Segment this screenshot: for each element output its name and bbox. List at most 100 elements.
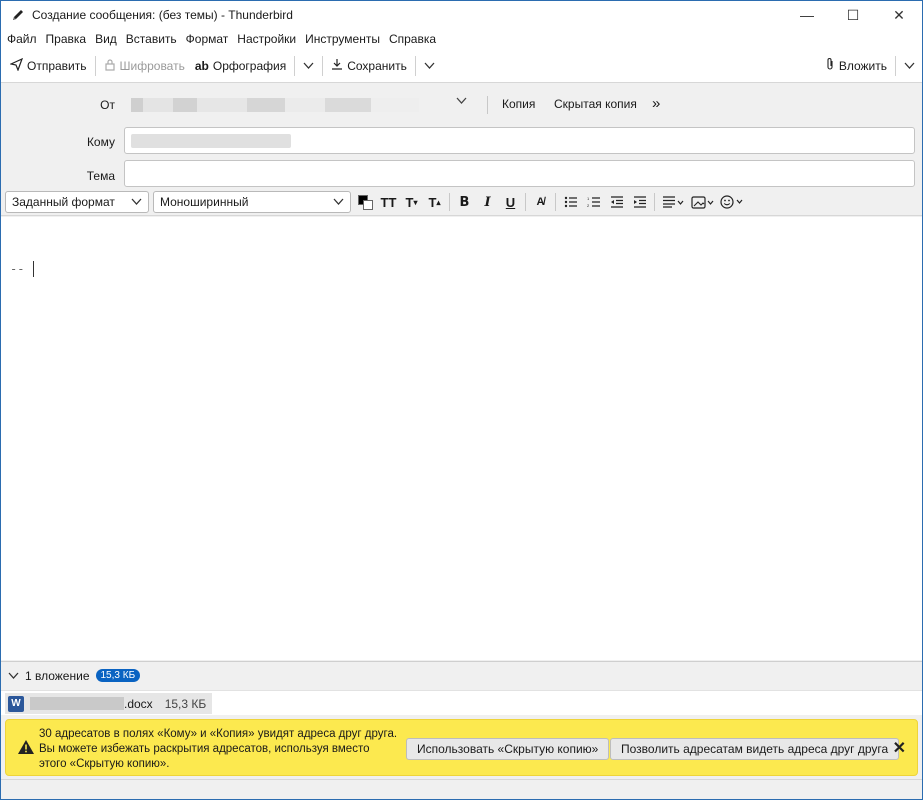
text-color-button[interactable]	[355, 191, 377, 213]
attachment-item[interactable]: W .docx 15,3 КБ	[5, 693, 213, 714]
font-smaller-icon[interactable]: T ▾	[400, 191, 423, 213]
toolbar-separator	[322, 55, 324, 76]
background-color-swatch	[363, 200, 373, 210]
close-icon[interactable]: ✕	[893, 738, 906, 758]
svg-text:1: 1	[587, 196, 590, 201]
lock-icon	[104, 58, 116, 74]
attach-dropdown[interactable]	[899, 53, 920, 79]
spelling-dropdown[interactable]	[298, 53, 319, 79]
more-fields-icon[interactable]: »	[652, 95, 660, 112]
outdent-icon[interactable]	[605, 191, 628, 213]
allow-visible-recipients-button[interactable]: Позволить адресатам видеть адреса друг д…	[610, 738, 900, 760]
svg-text:2: 2	[587, 203, 590, 208]
redacted-text	[285, 98, 325, 112]
chevron-down-icon	[333, 195, 344, 209]
chevron-down-icon	[131, 195, 142, 209]
use-bcc-button[interactable]: Использовать «Скрытую копию»	[406, 738, 610, 760]
compose-window: Создание сообщения: (без темы) - Thunder…	[0, 0, 923, 800]
menu-file[interactable]: Файл	[7, 32, 37, 46]
message-headers: От Копия Скрытая копия » Кому Тема	[1, 84, 922, 189]
bold-button[interactable]: B	[453, 191, 476, 213]
pencil-icon	[10, 7, 26, 23]
remove-formatting-icon[interactable]: A̸	[529, 191, 552, 213]
attach-button[interactable]: Вложить	[820, 53, 892, 79]
separator	[487, 96, 488, 114]
word-document-icon: W	[8, 695, 24, 712]
redacted-filename	[30, 697, 124, 710]
align-icon[interactable]	[658, 191, 688, 213]
warning-icon	[17, 739, 35, 755]
separator	[449, 193, 450, 211]
menu-view[interactable]: Вид	[95, 32, 117, 46]
separator	[525, 193, 526, 211]
cc-link[interactable]: Копия	[502, 97, 535, 111]
save-button[interactable]: Сохранить	[326, 53, 412, 79]
title-bar: Создание сообщения: (без темы) - Thunder…	[1, 1, 922, 29]
indent-icon[interactable]	[628, 191, 651, 213]
warning-message: 30 адресатов в полях «Кому» и «Копия» ув…	[39, 728, 398, 770]
underline-button[interactable]: U	[499, 191, 522, 213]
chevron-down-icon	[424, 59, 435, 73]
separator	[555, 193, 556, 211]
redacted-text	[371, 98, 419, 112]
redacted-text	[131, 98, 143, 112]
send-button[interactable]: Отправить	[5, 53, 92, 79]
numbered-list-icon[interactable]: 12	[582, 191, 605, 213]
paragraph-format-select[interactable]: Заданный формат	[5, 191, 149, 213]
spelling-button[interactable]: ab Орфография	[190, 53, 291, 79]
attachment-bucket-header[interactable]: 1 вложение 15,3 КБ	[1, 661, 922, 689]
from-identity[interactable]	[131, 98, 421, 112]
menu-edit[interactable]: Правка	[46, 32, 87, 46]
bullet-list-icon[interactable]	[559, 191, 582, 213]
status-bar	[1, 779, 922, 799]
encrypt-label: Шифровать	[119, 58, 185, 73]
save-dropdown[interactable]	[419, 53, 440, 79]
emoji-icon[interactable]	[718, 191, 748, 213]
insert-image-icon[interactable]	[688, 191, 718, 213]
paperclip-icon	[825, 57, 835, 74]
close-button[interactable]: ✕	[876, 1, 922, 29]
compose-toolbar: Отправить Шифровать ab Орфография Сохран…	[1, 49, 922, 83]
chevron-down-icon[interactable]	[8, 669, 19, 683]
italic-button[interactable]: I	[476, 191, 499, 213]
maximize-button[interactable]: ☐	[830, 1, 876, 29]
menu-help[interactable]: Справка	[389, 32, 436, 46]
toolbar-separator	[294, 55, 296, 76]
font-larger-icon[interactable]: T ▴	[423, 191, 446, 213]
font-size-reset-icon[interactable]: TT	[377, 191, 400, 213]
from-label: От	[100, 98, 115, 112]
encrypt-button[interactable]: Шифровать	[99, 53, 190, 79]
redacted-text	[197, 98, 247, 112]
chevron-down-icon	[303, 59, 314, 73]
font-select[interactable]: Моноширинный	[153, 191, 351, 213]
to-field[interactable]	[124, 127, 915, 154]
to-label: Кому	[86, 135, 115, 149]
toolbar-separator	[414, 55, 416, 76]
menu-format[interactable]: Формат	[186, 32, 229, 46]
menu-bar: Файл Правка Вид Вставить Формат Настройк…	[1, 29, 922, 49]
attach-label: Вложить	[838, 58, 887, 73]
attachment-summary: 1 вложение	[25, 668, 90, 683]
menu-insert[interactable]: Вставить	[126, 32, 177, 46]
save-label: Сохранить	[347, 58, 407, 73]
menu-options[interactable]: Настройки	[237, 32, 296, 46]
subject-field[interactable]	[124, 160, 915, 187]
text-caret	[33, 261, 34, 277]
bcc-link[interactable]: Скрытая копия	[554, 97, 637, 111]
spelling-label: Орфография	[212, 58, 287, 73]
attachment-extension: .docx	[124, 696, 153, 711]
font-value: Моноширинный	[160, 195, 249, 209]
toolbar-separator	[895, 55, 896, 76]
recipient-pill[interactable]	[131, 134, 291, 148]
attachment-size: 15,3 КБ	[164, 696, 207, 711]
spellcheck-icon: ab	[194, 58, 209, 73]
redacted-text	[143, 98, 173, 112]
menu-tools[interactable]: Инструменты	[305, 32, 380, 46]
subject-label: Тема	[86, 169, 115, 183]
from-dropdown-icon[interactable]	[456, 96, 467, 108]
minimize-button[interactable]: —	[784, 1, 830, 29]
message-body-editor[interactable]: --	[1, 217, 922, 660]
toolbar-separator	[94, 55, 96, 76]
redacted-text	[247, 98, 285, 112]
separator	[654, 193, 655, 211]
